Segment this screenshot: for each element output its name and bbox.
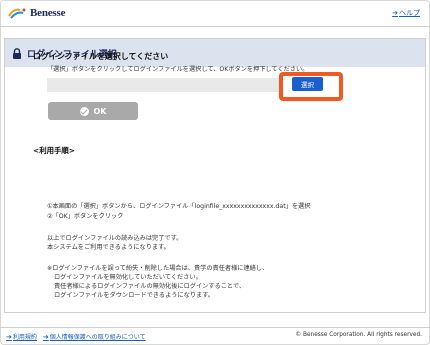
procedure-step: ①本画面の「選択」ボタンから、ログインファイル「loginfile_xxxxxx… xyxy=(47,203,311,210)
benesse-logo: Benesse xyxy=(8,6,65,20)
completion-text: 以上でログインファイルの読み込みは完了です。 xyxy=(47,235,183,242)
ok-button-label: OK xyxy=(93,106,107,116)
footer-divider xyxy=(0,327,430,328)
note-text: ログインファイルを無効化していただいてください。 xyxy=(54,274,202,281)
copyright-text: © Benesse Corporation. All rights reserv… xyxy=(295,332,422,338)
select-file-button[interactable]: 選択 xyxy=(292,77,323,91)
completion-text: 本システムをご利用できるようになります。 xyxy=(47,244,170,251)
benesse-logo-icon xyxy=(8,8,26,19)
instruction-text: 「選択」ボタンをクリックしてログインファイルを選択して、OKボタンを押下してくだ… xyxy=(47,66,309,73)
arrow-right-icon: ➔ xyxy=(6,332,12,341)
note-text: ※ログインファイルを誤って紛失・削除した場合は、貴学の責任者様に連絡し、 xyxy=(47,265,269,272)
procedure-title: <利用手順> xyxy=(33,146,75,155)
terms-link[interactable]: ➔ 利用規約 xyxy=(6,332,37,342)
note-text: 責任者様によるログインファイルの無効化後にログインすることで、 xyxy=(54,283,246,290)
header-divider xyxy=(0,26,430,27)
file-path-field[interactable] xyxy=(47,78,281,92)
brand-name: Benesse xyxy=(30,7,66,19)
header: Benesse ➔ ヘルプ xyxy=(0,0,430,26)
ok-button[interactable]: OK xyxy=(48,102,138,120)
arrow-right-icon: ➔ xyxy=(392,9,398,17)
help-link[interactable]: ➔ ヘルプ xyxy=(392,8,420,18)
lock-icon xyxy=(13,47,21,59)
privacy-link-label: 個人情報保護への取り組みについて xyxy=(49,334,146,341)
procedure-step: ②「OK」ボタンをクリック xyxy=(47,213,124,220)
check-circle-icon xyxy=(79,106,89,116)
section-title: ログインファイルを選択してください xyxy=(33,52,169,61)
help-link-label: ヘルプ xyxy=(399,9,420,17)
terms-link-label: 利用規約 xyxy=(12,334,37,341)
note-text: ログインファイルをダウンロードできるようになります。 xyxy=(54,292,214,299)
arrow-right-icon: ➔ xyxy=(42,332,49,341)
footer-links: ➔ 利用規約 ➔ 個人情報保護への取り組みについて xyxy=(6,332,146,342)
privacy-link[interactable]: ➔ 個人情報保護への取り組みについて xyxy=(42,332,146,342)
